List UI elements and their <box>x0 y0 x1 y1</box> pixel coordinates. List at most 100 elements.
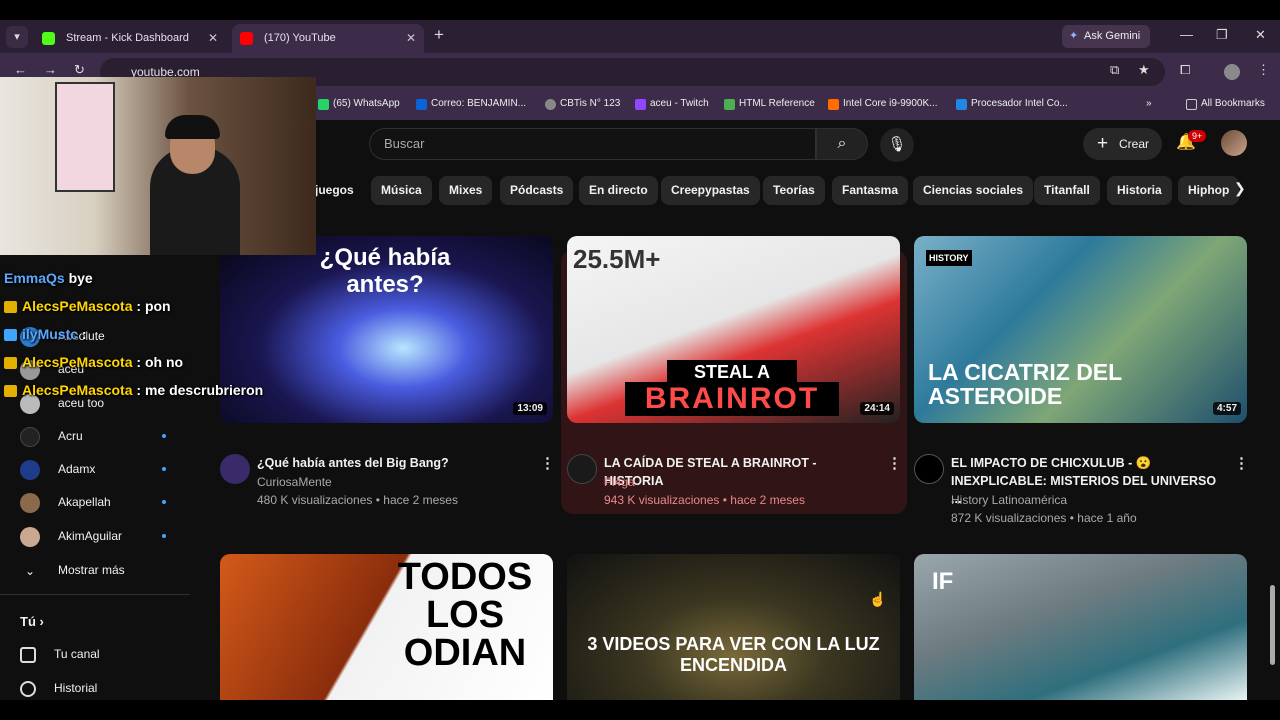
restore-icon[interactable]: ❐ <box>1216 27 1228 43</box>
sidebar-sub-akapellah[interactable]: Akapellah <box>20 493 111 513</box>
sidebar-your-channel[interactable]: Tu canal <box>20 647 100 663</box>
sidebar-sub-acru[interactable]: Acru <box>20 427 83 447</box>
new-content-dot <box>162 534 166 538</box>
chip[interactable]: Fantasma <box>832 176 909 205</box>
channel-name[interactable]: Pl4ga <box>604 473 635 491</box>
channel-avatar <box>20 427 40 447</box>
thumbnail-text: 25.5M+ <box>573 244 661 274</box>
tab-kick[interactable]: Stream - Kick Dashboard ✕ <box>34 24 226 53</box>
sidebar-sub-akimaguilar[interactable]: AkimAguilar <box>20 527 122 547</box>
chip[interactable]: Titanfall <box>1034 176 1100 205</box>
wall-posters <box>55 82 115 192</box>
video-thumbnail[interactable]: IF <box>914 554 1247 700</box>
video-title[interactable]: ¿Qué había antes del Big Bang? <box>257 454 527 472</box>
bookmarks-overflow-icon[interactable]: » <box>1146 98 1152 109</box>
sidebar-history[interactable]: Historial <box>20 681 97 697</box>
all-bookmarks[interactable]: All Bookmarks <box>1186 98 1265 110</box>
sub-label: Akapellah <box>58 495 111 510</box>
more-options-icon[interactable]: ⋮ <box>540 454 555 472</box>
badge-icon <box>4 385 17 398</box>
chip[interactable]: Ciencias sociales <box>913 176 1034 205</box>
tab-title: Stream - Kick Dashboard <box>66 32 189 44</box>
your-channel-icon <box>20 647 36 663</box>
close-window-icon[interactable]: ✕ <box>1255 27 1266 43</box>
close-icon[interactable]: ✕ <box>208 24 218 53</box>
chat-message: AlecsPeMascota : pon <box>4 298 171 314</box>
video-thumbnail[interactable]: 3 VIDEOS PARA VER CON LA LUZ ENCENDIDA <box>567 554 900 700</box>
chip[interactable]: Hiphop <box>1178 176 1240 205</box>
account-avatar[interactable] <box>1221 130 1247 156</box>
thumbnail-text: LA CICATRIZ DEL ASTEROIDE <box>928 359 1122 409</box>
video-thumbnail[interactable]: ¿Qué había antes? 13:09 <box>220 236 553 423</box>
chip[interactable]: Historia <box>1107 176 1172 205</box>
video-meta: 943 K visualizaciones • hace 2 meses <box>604 493 805 507</box>
bookmark-whatsapp[interactable]: (65) WhatsApp <box>318 98 400 110</box>
more-options-icon[interactable]: ⋮ <box>887 454 902 472</box>
history-logo: HISTORY <box>926 250 972 266</box>
bookmark-correo[interactable]: Correo: BENJAMIN... <box>416 98 527 110</box>
chip[interactable]: En directo <box>579 176 658 205</box>
sub-label: AkimAguilar <box>58 529 123 544</box>
chip[interactable]: Música <box>371 176 432 205</box>
page-icon <box>956 99 967 110</box>
extensions-icon[interactable]: ⧠ <box>1180 62 1190 78</box>
bookmark-twitch[interactable]: aceu - Twitch <box>635 98 709 110</box>
reload-icon[interactable]: ↻ <box>74 62 85 78</box>
install-icon[interactable]: ⧉ <box>1110 62 1119 78</box>
profile-avatar[interactable] <box>1224 64 1240 80</box>
chevron-right-icon[interactable]: ❯ <box>1234 180 1246 197</box>
whatsapp-icon <box>318 99 329 110</box>
chip[interactable]: Mixes <box>439 176 493 205</box>
video-title[interactable]: LA CAÍDA DE STEAL A BRAINROT - HISTORIA <box>604 454 879 490</box>
sidebar-sub-adamx[interactable]: Adamx <box>20 460 95 480</box>
create-button[interactable]: + Crear <box>1083 128 1162 160</box>
video-thumbnail[interactable]: 25.5M+ STEAL A BRAINROT 24:14 <box>567 236 900 423</box>
mic-icon[interactable]: 🎙 <box>880 128 914 162</box>
show-more-label: Mostrar más <box>58 563 125 578</box>
more-options-icon[interactable]: ⋮ <box>1234 454 1249 472</box>
close-icon[interactable]: ✕ <box>406 24 416 53</box>
menu-kebab-icon[interactable]: ⋮ <box>1257 62 1270 78</box>
twitch-icon <box>635 99 646 110</box>
scrollbar[interactable] <box>1270 585 1275 665</box>
show-more-button[interactable]: ⌄ Mostrar más <box>20 561 125 581</box>
bookmark-html-reference[interactable]: HTML Reference <box>724 98 815 110</box>
sub-label: Acru <box>58 429 83 444</box>
channel-name[interactable]: CuriosaMente <box>257 473 332 491</box>
chip[interactable]: Pódcasts <box>500 176 574 205</box>
tab-youtube[interactable]: (170) YouTube ✕ <box>232 24 424 53</box>
new-tab-button[interactable]: + <box>434 25 444 45</box>
channel-avatar[interactable] <box>914 454 944 484</box>
bookmark-intel-1[interactable]: Intel Core i9-9900K... <box>828 98 938 110</box>
chat-message: AlecsPeMascota : oh no <box>4 354 183 370</box>
channel-name[interactable]: History Latinoamérica <box>951 491 1067 509</box>
bookmark-label: (65) WhatsApp <box>333 98 400 109</box>
chip[interactable]: Teorías <box>763 176 825 205</box>
letterbox-bottom <box>0 700 1280 720</box>
bookmark-intel-2[interactable]: Procesador Intel Co... <box>956 98 1068 110</box>
video-thumbnail[interactable]: HISTORY LA CICATRIZ DEL ASTEROIDE 4:57 <box>914 236 1247 423</box>
back-icon[interactable]: ← <box>14 62 27 77</box>
gemini-label: Ask Gemini <box>1084 30 1141 42</box>
history-icon <box>20 681 36 697</box>
search-icon[interactable]: ⌕ <box>816 128 868 160</box>
sidebar-label: Historial <box>54 681 98 696</box>
thumbnail-text: 3 VIDEOS PARA VER CON LA LUZ ENCENDIDA <box>587 634 880 675</box>
kick-icon <box>42 32 55 45</box>
forward-icon[interactable]: → <box>44 62 57 77</box>
bookmark-cbtis[interactable]: CBTis N° 123 <box>545 98 620 110</box>
letterbox-top <box>0 0 1280 20</box>
chat-text: : oh no <box>136 354 184 370</box>
tab-search-chevron-icon[interactable]: ▾ <box>6 26 28 48</box>
bookmark-label: Correo: BENJAMIN... <box>431 98 527 109</box>
bookmark-star-icon[interactable]: ★ <box>1138 62 1150 78</box>
channel-avatar[interactable] <box>567 454 597 484</box>
chip[interactable]: Creepypastas <box>661 176 760 205</box>
search-input[interactable]: Buscar <box>369 128 816 160</box>
you-section-header[interactable]: Tú › <box>20 614 44 629</box>
channel-avatar[interactable] <box>220 454 250 484</box>
ask-gemini-button[interactable]: ✦ Ask Gemini <box>1062 25 1150 48</box>
duration-badge: 4:57 <box>1212 402 1241 415</box>
minimize-icon[interactable]: — <box>1180 27 1193 42</box>
video-thumbnail[interactable]: TODOS LOS ODIAN <box>220 554 553 700</box>
